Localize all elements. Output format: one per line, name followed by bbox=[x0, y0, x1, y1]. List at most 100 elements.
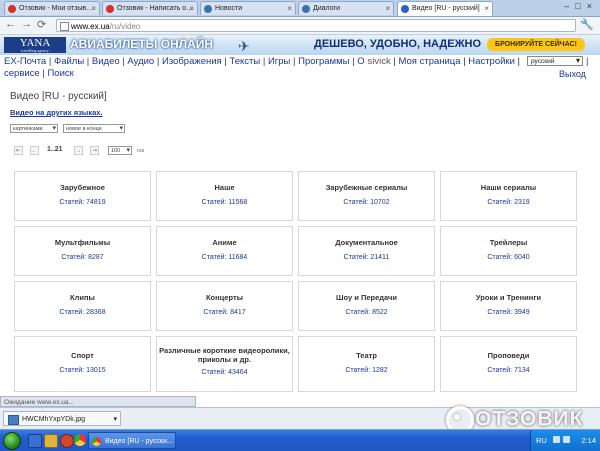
category-name[interactable]: Документальное bbox=[299, 238, 434, 247]
pager-range[interactable]: 1..21 bbox=[47, 146, 63, 153]
category-card[interactable]: Уроки и Тренинги Статей: 3949 bbox=[440, 281, 577, 331]
close-icon[interactable]: × bbox=[385, 2, 390, 15]
category-name[interactable]: Проповеди bbox=[441, 351, 576, 360]
category-name[interactable]: Клипы bbox=[15, 293, 150, 302]
close-icon[interactable]: × bbox=[91, 2, 96, 15]
category-card[interactable]: Мультфильмы Статей: 8287 bbox=[14, 226, 151, 276]
nav-about[interactable]: О bbox=[357, 56, 364, 67]
category-card[interactable]: Трейлеры Статей: 6040 bbox=[440, 226, 577, 276]
category-name[interactable]: Зарубежное bbox=[15, 183, 150, 192]
next-page-icon[interactable]: → bbox=[74, 146, 83, 155]
ad-banner[interactable]: YANA travelling agency АВИАБИЛЕТЫ ОНЛАЙН… bbox=[0, 35, 600, 55]
nav-files[interactable]: Файлы bbox=[54, 56, 84, 67]
site-nav-row2: сервисе | Поиск bbox=[4, 68, 74, 79]
category-name[interactable]: Шоу и Передачи bbox=[299, 293, 434, 302]
browser-tab[interactable]: Диалоги × bbox=[298, 1, 394, 15]
browser-tab[interactable]: Отзовик - Написать о… × bbox=[102, 1, 198, 15]
nav-programs[interactable]: Программы bbox=[298, 56, 349, 67]
category-name[interactable]: Аниме bbox=[157, 238, 292, 247]
close-icon[interactable]: × bbox=[484, 2, 489, 16]
category-card[interactable]: Театр Статей: 1282 bbox=[298, 336, 435, 392]
prev-page-icon[interactable]: ← bbox=[30, 146, 39, 155]
back-arrow-icon[interactable]: ← bbox=[5, 18, 16, 30]
download-item[interactable]: HWCMhYxpYDk.jpg ▾ bbox=[3, 411, 121, 426]
image-file-icon bbox=[8, 415, 19, 425]
tab-label: Отзовик - Мои отзыв… bbox=[19, 5, 94, 12]
my-page-link[interactable]: Моя страница bbox=[399, 56, 461, 67]
nav-texts[interactable]: Тексты bbox=[229, 56, 260, 67]
tray-network-icon[interactable] bbox=[553, 436, 560, 443]
nav-search[interactable]: Поиск bbox=[47, 68, 73, 79]
quicklaunch-ie-icon[interactable] bbox=[28, 434, 42, 448]
wrench-menu-icon[interactable]: 🔧 bbox=[580, 18, 594, 31]
forward-arrow-icon[interactable]: → bbox=[21, 18, 32, 30]
close-icon[interactable]: × bbox=[287, 2, 292, 15]
category-name[interactable]: Различные короткие видеоролики, приколы … bbox=[157, 346, 292, 364]
otzovik-favicon-icon bbox=[106, 5, 114, 13]
category-card[interactable]: Различные короткие видеоролики, приколы … bbox=[156, 336, 293, 392]
exua-favicon-icon bbox=[401, 5, 409, 13]
tab-label: Видео [RU - русский] bbox=[412, 5, 480, 12]
nav-mail[interactable]: EX-Почта bbox=[4, 56, 46, 67]
reload-icon[interactable]: ⟳ bbox=[37, 18, 46, 31]
category-name[interactable]: Зарубежные сериалы bbox=[299, 183, 434, 192]
chrome-icon bbox=[92, 437, 101, 446]
category-card[interactable]: Спорт Статей: 13015 bbox=[14, 336, 151, 392]
category-card[interactable]: Зарубежное Статей: 74819 bbox=[14, 171, 151, 221]
close-icon[interactable]: × bbox=[189, 2, 194, 15]
window-controls: –□× bbox=[564, 1, 598, 11]
view-mode-select[interactable]: картинками bbox=[10, 124, 58, 133]
category-card[interactable]: Клипы Статей: 28368 bbox=[14, 281, 151, 331]
username-link[interactable]: sivick bbox=[368, 56, 391, 67]
nav-about-cont[interactable]: сервисе bbox=[4, 68, 40, 79]
address-bar[interactable]: www.ex.ua/ru/video bbox=[56, 19, 576, 32]
logout-link[interactable]: Выход bbox=[559, 69, 586, 79]
category-card[interactable]: Проповеди Статей: 7134 bbox=[440, 336, 577, 392]
dropdown-arrow-icon[interactable]: ▾ bbox=[113, 412, 117, 427]
last-page-icon[interactable]: ⇥ bbox=[90, 146, 99, 155]
nav-audio[interactable]: Аудио bbox=[127, 56, 154, 67]
category-card[interactable]: Зарубежные сериалы Статей: 10702 bbox=[298, 171, 435, 221]
category-name[interactable]: Трейлеры bbox=[441, 238, 576, 247]
category-name[interactable]: Театр bbox=[299, 351, 434, 360]
browser-tab-active[interactable]: Видео [RU - русский] × bbox=[397, 1, 493, 16]
language-select[interactable]: русский bbox=[527, 56, 583, 66]
close-window-icon[interactable]: × bbox=[587, 1, 598, 11]
per-page-select[interactable]: 100 bbox=[108, 146, 132, 155]
taskbar-chrome-window[interactable]: Видео [RU - русски... bbox=[88, 432, 176, 449]
first-page-icon[interactable]: ⇤ bbox=[14, 146, 23, 155]
quicklaunch-folder-icon[interactable] bbox=[44, 434, 58, 448]
sort-order-select[interactable]: новое в конце bbox=[63, 124, 125, 133]
quicklaunch-chrome-icon[interactable] bbox=[74, 434, 86, 446]
category-card[interactable]: Наше Статей: 11568 bbox=[156, 171, 293, 221]
nav-images[interactable]: Изображения bbox=[162, 56, 222, 67]
nav-video[interactable]: Видео bbox=[92, 56, 120, 67]
keyboard-language[interactable]: RU bbox=[536, 436, 547, 445]
nav-games[interactable]: Игры bbox=[268, 56, 290, 67]
category-name[interactable]: Наше bbox=[157, 183, 292, 192]
settings-link[interactable]: Настройки bbox=[468, 56, 515, 67]
book-now-button[interactable]: БРОНИРУЙТЕ СЕЙЧАС! bbox=[487, 38, 585, 51]
other-languages-link[interactable]: Видео на других языках. bbox=[10, 108, 103, 117]
tray-volume-icon[interactable] bbox=[563, 436, 570, 443]
category-card[interactable]: Документальное Статей: 21411 bbox=[298, 226, 435, 276]
maximize-icon[interactable]: □ bbox=[575, 1, 586, 11]
rss-link[interactable]: rss bbox=[137, 148, 144, 154]
clock[interactable]: 2:14 bbox=[581, 436, 596, 445]
category-name[interactable]: Концерты bbox=[157, 293, 292, 302]
category-name[interactable]: Спорт bbox=[15, 351, 150, 360]
category-count: Статей: 8287 bbox=[61, 254, 104, 261]
minimize-icon[interactable]: – bbox=[564, 1, 575, 11]
category-card[interactable]: Аниме Статей: 11684 bbox=[156, 226, 293, 276]
browser-tab[interactable]: Новости × bbox=[200, 1, 296, 15]
page-title: Видео [RU - русский] bbox=[10, 91, 107, 102]
category-card[interactable]: Концерты Статей: 8417 bbox=[156, 281, 293, 331]
start-button[interactable] bbox=[0, 430, 22, 451]
category-card[interactable]: Шоу и Передачи Статей: 8522 bbox=[298, 281, 435, 331]
category-name[interactable]: Наши сериалы bbox=[441, 183, 576, 192]
category-name[interactable]: Мультфильмы bbox=[15, 238, 150, 247]
quicklaunch-player-icon[interactable] bbox=[60, 434, 74, 448]
category-name[interactable]: Уроки и Тренинги bbox=[441, 293, 576, 302]
browser-tab[interactable]: Отзовик - Мои отзыв… × bbox=[4, 1, 100, 15]
category-card[interactable]: Наши сериалы Статей: 2319 bbox=[440, 171, 577, 221]
